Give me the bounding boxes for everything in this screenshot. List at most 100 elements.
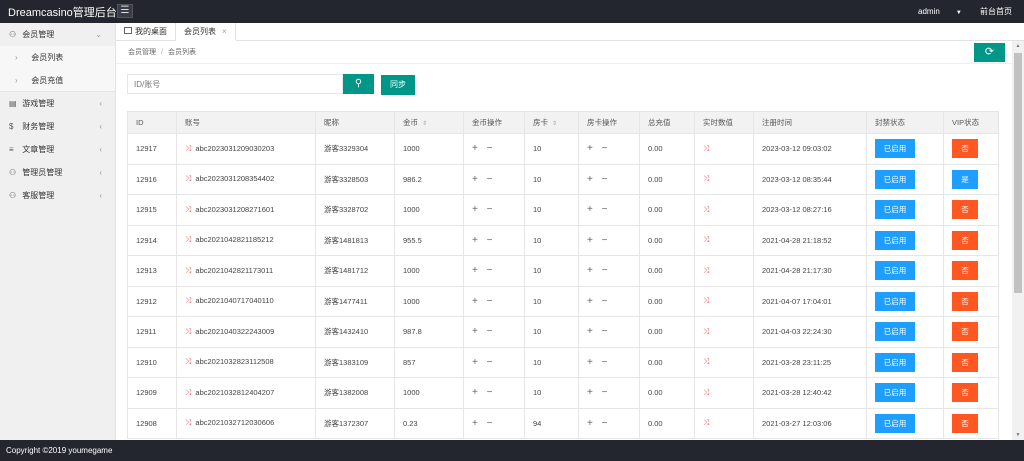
card-plus-minus-buttons[interactable]: + −: [587, 296, 610, 307]
breadcrumb: 会员管理 / 会员列表: [128, 47, 196, 57]
card-plus-minus-buttons[interactable]: + −: [587, 143, 610, 154]
shuffle-icon[interactable]: ⤨: [185, 357, 191, 366]
coin-plus-minus-buttons[interactable]: + −: [472, 204, 495, 215]
shuffle-icon[interactable]: ⤨: [703, 235, 709, 244]
vip-status-button[interactable]: 否: [952, 413, 978, 433]
sidebar-item-finance[interactable]: $ 财务管理 ‹: [0, 115, 115, 138]
header-cards[interactable]: 房卡 ⇕: [524, 111, 579, 134]
vip-status-button[interactable]: 否: [952, 291, 978, 311]
close-icon[interactable]: ×: [222, 27, 227, 36]
vip-status-button[interactable]: 否: [952, 352, 978, 372]
cell-reg-time: 2021-04-28 21:18:52: [753, 224, 867, 256]
status-enabled-button[interactable]: 已启用: [875, 291, 915, 311]
coin-plus-minus-buttons[interactable]: + −: [472, 357, 495, 368]
coin-plus-minus-buttons[interactable]: + −: [472, 326, 495, 337]
sidebar-item-articles[interactable]: ≡ 文章管理 ‹: [0, 138, 115, 161]
hamburger-icon: ☰: [120, 5, 130, 16]
shuffle-icon[interactable]: ⤨: [703, 327, 709, 336]
coin-plus-minus-buttons[interactable]: + −: [472, 418, 495, 429]
status-enabled-button[interactable]: 已启用: [875, 322, 915, 342]
scroll-up-icon[interactable]: ▲: [1012, 41, 1024, 51]
card-plus-minus-buttons[interactable]: + −: [587, 235, 610, 246]
card-plus-minus-buttons[interactable]: + −: [587, 174, 610, 185]
scroll-down-icon[interactable]: ▼: [1012, 430, 1024, 440]
status-enabled-button[interactable]: 已启用: [875, 169, 915, 189]
tab-desktop[interactable]: 我的桌面: [116, 23, 176, 41]
menu-toggle-button[interactable]: ☰: [117, 4, 133, 18]
vip-status-button[interactable]: 否: [952, 230, 978, 250]
shuffle-icon[interactable]: ⤨: [703, 357, 709, 366]
shuffle-icon[interactable]: ⤨: [185, 296, 191, 305]
search-input[interactable]: [127, 74, 343, 94]
frontpage-link[interactable]: 前台首页: [980, 7, 1012, 16]
shuffle-icon[interactable]: ⤨: [703, 266, 709, 275]
shuffle-icon[interactable]: ⤨: [703, 418, 709, 427]
cell-id: 12915: [127, 194, 177, 226]
shuffle-icon[interactable]: ⤨: [185, 266, 191, 275]
breadcrumb-parent[interactable]: 会员管理: [128, 49, 156, 56]
shuffle-icon[interactable]: ⤨: [703, 205, 709, 214]
sidebar-item-member-list[interactable]: › 会员列表: [0, 46, 115, 69]
shuffle-icon[interactable]: ⤨: [185, 418, 191, 427]
status-enabled-button[interactable]: 已启用: [875, 261, 915, 281]
card-plus-minus-buttons[interactable]: + −: [587, 265, 610, 276]
sort-icon[interactable]: ⇕: [422, 121, 427, 127]
tab-member-list[interactable]: 会员列表 ×: [176, 23, 236, 41]
search-icon: ⚲: [354, 78, 363, 89]
vip-status-button[interactable]: 否: [952, 322, 978, 342]
status-enabled-button[interactable]: 已启用: [875, 413, 915, 433]
shuffle-icon[interactable]: ⤨: [185, 205, 191, 214]
shuffle-icon[interactable]: ⤨: [703, 144, 709, 153]
coin-plus-minus-buttons[interactable]: + −: [472, 265, 495, 276]
shuffle-icon[interactable]: ⤨: [703, 296, 709, 305]
service-icon: ⚇: [9, 191, 17, 200]
sidebar-item-members[interactable]: ⚇ 会员管理 ⌄: [0, 23, 115, 46]
status-enabled-button[interactable]: 已启用: [875, 139, 915, 159]
sidebar-item-games[interactable]: ▤ 游戏管理 ‹: [0, 92, 115, 115]
shuffle-icon[interactable]: ⤨: [185, 235, 191, 244]
coin-plus-minus-buttons[interactable]: + −: [472, 235, 495, 246]
sync-button[interactable]: 同步: [381, 75, 415, 95]
user-menu[interactable]: admin ▼: [902, 7, 962, 16]
table-row: 12909 ⤨ abc2021032812404207 游客1382008 1000 + …: [127, 377, 999, 409]
cell-reg-time: 2023-03-12 08:27:16: [753, 194, 867, 226]
scroll-thumb[interactable]: [1014, 53, 1022, 293]
vip-status-button[interactable]: 是: [952, 169, 978, 189]
header-coins[interactable]: 金币 ⇕: [394, 111, 464, 134]
sidebar-item-member-recharge[interactable]: › 会员充值: [0, 69, 115, 92]
status-enabled-button[interactable]: 已启用: [875, 383, 915, 403]
cell-cards: 10: [524, 346, 579, 378]
refresh-button[interactable]: ⟳: [974, 43, 1005, 62]
coin-plus-minus-buttons[interactable]: + −: [472, 296, 495, 307]
card-plus-minus-buttons[interactable]: + −: [587, 357, 610, 368]
status-enabled-button[interactable]: 已启用: [875, 200, 915, 220]
scrollbar[interactable]: ▲ ▼: [1012, 41, 1024, 440]
sidebar-item-admins[interactable]: ⚇ 管理员管理 ‹: [0, 161, 115, 184]
shuffle-icon[interactable]: ⤨: [185, 388, 191, 397]
card-plus-minus-buttons[interactable]: + −: [587, 418, 610, 429]
search-button[interactable]: ⚲: [343, 74, 374, 94]
shuffle-icon[interactable]: ⤨: [703, 174, 709, 183]
card-plus-minus-buttons[interactable]: + −: [587, 326, 610, 337]
cell-reg-time: 2023-03-12 08:35:44: [753, 163, 867, 195]
vip-status-button[interactable]: 否: [952, 261, 978, 281]
cell-nickname: 游客3328702: [315, 194, 395, 226]
coin-plus-minus-buttons[interactable]: + −: [472, 174, 495, 185]
coin-plus-minus-buttons[interactable]: + −: [472, 143, 495, 154]
header-reg-time: 注册时间: [753, 111, 867, 134]
card-plus-minus-buttons[interactable]: + −: [587, 204, 610, 215]
vip-status-button[interactable]: 否: [952, 383, 978, 403]
vip-status-button[interactable]: 否: [952, 139, 978, 159]
shuffle-icon[interactable]: ⤨: [185, 144, 191, 153]
shuffle-icon[interactable]: ⤨: [185, 174, 191, 183]
status-enabled-button[interactable]: 已启用: [875, 230, 915, 250]
card-plus-minus-buttons[interactable]: + −: [587, 387, 610, 398]
sidebar-item-service[interactable]: ⚇ 客服管理 ‹: [0, 184, 115, 207]
coin-plus-minus-buttons[interactable]: + −: [472, 387, 495, 398]
shuffle-icon[interactable]: ⤨: [703, 388, 709, 397]
sort-icon[interactable]: ⇕: [552, 121, 557, 127]
vip-status-button[interactable]: 否: [952, 200, 978, 220]
cell-card-ops: + −: [578, 194, 640, 226]
status-enabled-button[interactable]: 已启用: [875, 352, 915, 372]
shuffle-icon[interactable]: ⤨: [185, 327, 191, 336]
